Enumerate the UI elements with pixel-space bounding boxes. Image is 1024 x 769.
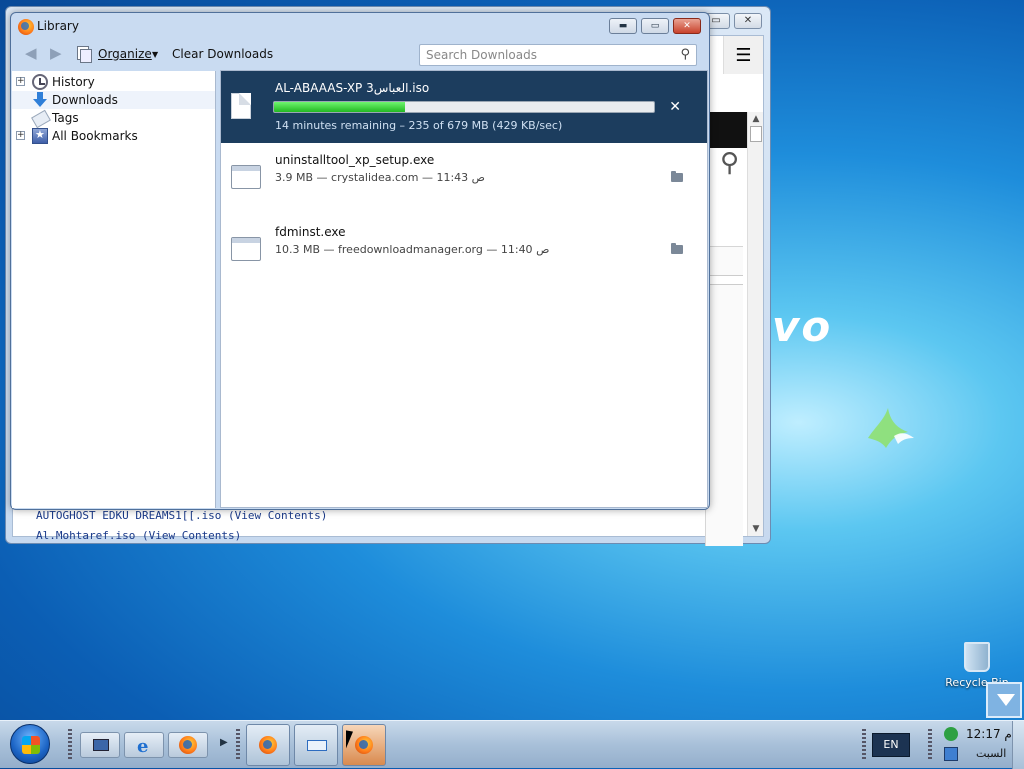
history-clock-icon [32,74,48,90]
close-button[interactable]: ✕ [673,18,701,34]
scroll-thumb[interactable] [750,126,762,142]
taskbar-grip[interactable] [68,729,72,761]
firefox-icon [18,19,34,35]
open-folder-icon[interactable] [671,243,683,254]
firefox-taskbar-button[interactable] [246,724,290,766]
download-progress-bar [273,101,655,113]
background-file-line[interactable]: AUTOGHOST EDKU DREAMS1[[.iso (View Conte… [36,509,327,529]
taskbar-grip[interactable] [862,729,866,761]
firefox-quicklaunch[interactable] [168,732,208,758]
back-arrow-icon[interactable]: ◀ [25,44,37,62]
download-status: 10.3 MB — freedownloadmanager.org — 11:4… [275,243,550,256]
start-button[interactable] [10,724,50,764]
dropdown-caret-icon[interactable]: ▼ [152,50,158,59]
window-controls: ▬ ▭ ✕ [609,18,701,34]
downloads-arrow-icon [32,92,48,108]
internet-explorer-quicklaunch[interactable]: e [124,732,164,758]
keyboard-icon [307,740,327,751]
scroll-down-arrow-icon[interactable]: ▼ [748,522,764,536]
quicklaunch-expand-icon[interactable]: ▶ [220,737,228,748]
network-icon[interactable] [944,747,958,761]
cancel-download-icon[interactable]: ✕ [669,99,681,115]
recycle-bin-icon [964,642,990,672]
organize-icon[interactable] [77,46,92,63]
library-window: Library ▬ ▭ ✕ ◀ ▶ Organize ▼ Clear Downl… [10,12,710,510]
maximize-button[interactable]: ▭ [641,18,669,34]
library-titlebar[interactable]: Library ▬ ▭ ✕ [11,13,709,41]
bird-graphic-icon [868,408,914,448]
background-scrollbar[interactable]: ▲ ▼ [747,112,763,536]
download-item[interactable]: fdminst.exe 10.3 MB — freedownloadmanage… [221,215,707,287]
download-filename: uninstalltool_xp_setup.exe [275,153,435,167]
sidebar-item-label: Downloads [52,93,118,107]
clock-day[interactable]: السبت [976,747,1006,760]
scroll-up-arrow-icon[interactable]: ▲ [748,112,764,126]
background-side-panel [705,246,743,546]
magnifier-icon[interactable]: ⚲ [720,148,739,178]
language-indicator[interactable]: EN [872,733,910,757]
downloads-list: AL-ABAAAS-XP 3العباس.iso 14 minutes rema… [220,70,708,508]
expand-toggle-icon[interactable]: + [16,77,25,86]
taskbar-grip[interactable] [928,729,932,761]
firefox-icon [179,736,197,754]
sidebar-item-label: Tags [52,111,79,125]
bookmarks-star-icon [32,128,48,144]
desktop-icon [93,739,109,751]
taskbar: e ▶ EN 12:17 م السبت [0,720,1024,769]
background-file-list: AUTOGHOST EDKU DREAMS1[[.iso (View Conte… [36,509,327,549]
expand-toggle-icon[interactable]: + [16,131,25,140]
sidebar-item-label: All Bookmarks [52,129,138,143]
sidebar-item-tags[interactable]: Tags [12,109,215,127]
search-input[interactable] [420,45,660,65]
progress-fill [274,102,406,112]
library-sidebar: + History Downloads Tags + All Bookmarks [12,71,216,508]
on-screen-keyboard-taskbar-button[interactable] [294,724,338,766]
background-close-button[interactable]: ✕ [734,13,762,29]
download-status: 3.9 MB — crystalidea.com — 11:43 ص [275,171,485,184]
sidebar-item-label: History [52,75,95,89]
clear-downloads-button[interactable]: Clear Downloads [172,47,273,61]
forward-arrow-icon[interactable]: ▶ [50,44,62,62]
clock-time[interactable]: 12:17 م [966,727,1012,741]
download-item[interactable]: uninstalltool_xp_setup.exe 3.9 MB — crys… [221,143,707,215]
search-icon[interactable]: ⚲ [680,47,690,62]
search-downloads-field[interactable]: ⚲ [419,44,697,66]
window-title: Library [37,19,79,33]
download-item-active[interactable]: AL-ABAAAS-XP 3العباس.iso 14 minutes rema… [221,71,707,143]
sidebar-item-all-bookmarks[interactable]: + All Bookmarks [12,127,215,145]
download-arrow-tile-icon[interactable] [986,682,1022,718]
firefox-icon [259,736,277,754]
sidebar-item-history[interactable]: + History [12,73,215,91]
background-file-line[interactable]: Al.Mohtaref.iso (View Contents) [36,529,327,549]
exe-icon [231,165,261,189]
minimize-button[interactable]: ▬ [609,18,637,34]
tag-icon [32,110,48,126]
organize-button[interactable]: Organize [98,47,152,61]
internet-explorer-icon: e [137,736,149,757]
firefox-icon [355,736,373,754]
exe-icon [231,237,261,261]
mouse-cursor-icon [346,730,353,750]
taskbar-grip[interactable] [236,729,240,761]
security-shield-icon[interactable] [944,727,958,741]
sidebar-item-downloads[interactable]: Downloads [12,91,215,109]
hamburger-menu-icon[interactable]: ☰ [723,36,763,74]
show-desktop-quicklaunch[interactable] [80,732,120,758]
file-icon [231,93,251,119]
download-status: 14 minutes remaining – 235 of 679 MB (42… [275,119,563,132]
library-toolbar: ◀ ▶ Organize ▼ Clear Downloads ⚲ [17,41,703,71]
show-desktop-button[interactable] [1012,721,1024,769]
download-filename: fdminst.exe [275,225,346,239]
brand-logo-text: vo [772,302,833,351]
download-filename: AL-ABAAAS-XP 3العباس.iso [275,81,430,95]
open-folder-icon[interactable] [671,171,683,182]
